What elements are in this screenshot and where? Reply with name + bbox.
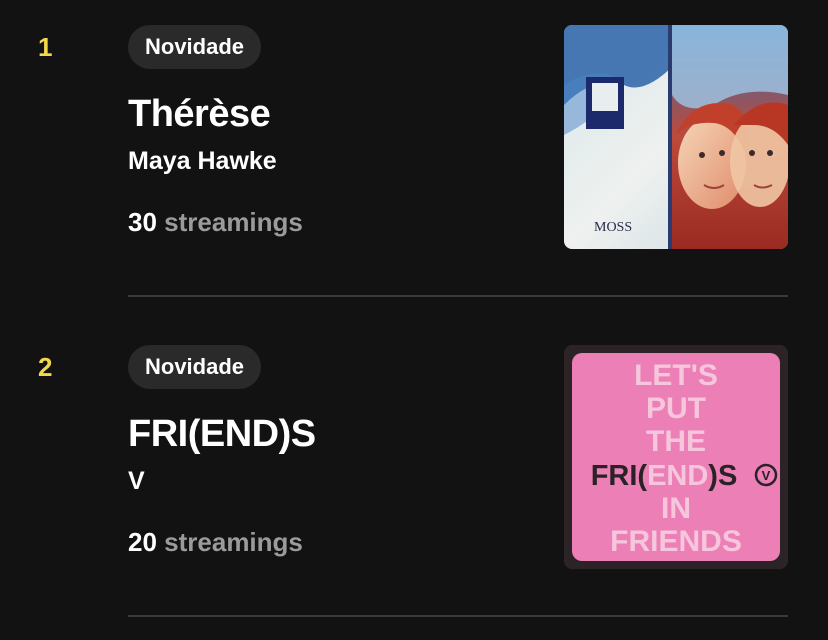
cover-line-5: IN [661,492,691,525]
divider [128,615,788,617]
cover-line-3: THE [646,425,706,458]
album-cover[interactable]: LET'S PUT THE FRI(END)S IN FRIENDS V [564,345,788,569]
stream-count-unit: streamings [164,527,303,557]
track-title[interactable]: FRI(END)S [128,413,316,456]
album-cover-art: LET'S PUT THE FRI(END)S IN FRIENDS V [564,345,788,569]
album-cover[interactable]: MOSS [564,25,788,249]
svg-text:V: V [762,468,771,483]
stream-count-value: 20 [128,527,157,557]
chart-item[interactable]: 2 Novidade FRI(END)S V 20 streamings LET… [0,320,828,640]
album-cover-art: MOSS [564,25,788,249]
chart-item[interactable]: 1 Novidade Thérèse Maya Hawke 30 streami… [0,0,828,320]
stream-count-value: 30 [128,207,157,237]
divider [128,295,788,297]
artist-name[interactable]: Maya Hawke [128,147,277,176]
new-release-badge: Novidade [128,345,262,389]
cover-line-6: FRIENDS [610,525,742,558]
new-release-badge: Novidade [128,25,262,69]
stream-count: 20 streamings [128,527,303,558]
rank-number: 2 [38,352,53,382]
rank-number: 1 [38,32,53,62]
cover-text-moss: MOSS [594,220,632,235]
artist-name[interactable]: V [128,467,145,496]
cover-line-1: LET'S [634,359,718,392]
chart-list: 1 Novidade Thérèse Maya Hawke 30 streami… [0,0,828,622]
stream-count-unit: streamings [164,207,303,237]
cover-line-2: PUT [646,392,706,425]
stream-count: 30 streamings [128,207,303,238]
cover-line-4: FRI(END)S [591,460,738,492]
track-title[interactable]: Thérèse [128,93,271,136]
